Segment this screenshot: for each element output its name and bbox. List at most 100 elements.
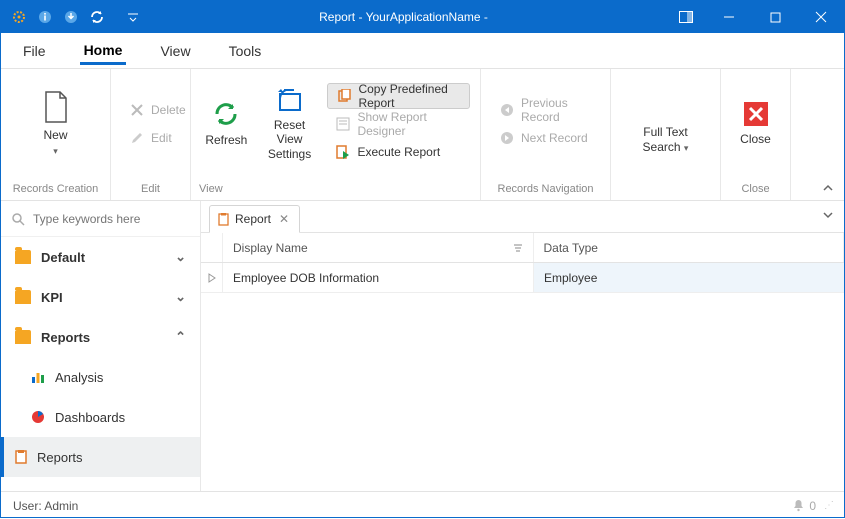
ribbon-group-view: Refresh Reset View Settings Copy Predefi… [191, 69, 481, 200]
menu-home[interactable]: Home [80, 36, 127, 65]
arrow-right-circle-icon [499, 130, 515, 146]
refresh-icon[interactable] [89, 9, 105, 25]
close-button[interactable]: Close [731, 100, 780, 146]
notifications-button[interactable]: 0 [792, 499, 816, 513]
table-row[interactable]: Employee DOB Information Employee [201, 263, 844, 293]
reset-view-button[interactable]: Reset View Settings [262, 86, 318, 161]
data-grid: Display Name Data Type Employee DOB Info… [201, 233, 844, 491]
show-report-designer-button: Show Report Designer [327, 111, 470, 137]
sidebar-label: Reports [41, 330, 90, 345]
menu-file[interactable]: File [19, 37, 50, 65]
clipboard-icon [218, 213, 229, 226]
arrow-left-circle-icon [499, 102, 515, 118]
delete-label: Delete [151, 103, 186, 117]
chart-bars-icon [31, 370, 45, 384]
sidebar: Default ⌄ KPI ⌄ Reports ⌃ Analysis Dashb… [1, 201, 201, 491]
row-expand-toggle[interactable] [201, 263, 223, 292]
bell-icon [792, 499, 805, 512]
sidebar-item-dashboards[interactable]: Dashboards [1, 397, 200, 437]
ribbon: New▾ Records Creation Delete Edit Edit R… [1, 69, 844, 201]
sidebar-label: Reports [37, 450, 83, 465]
sort-icon[interactable] [513, 243, 523, 253]
next-record-button: Next Record [491, 125, 600, 151]
notif-count: 0 [809, 499, 816, 513]
sidebar-label: Analysis [55, 370, 103, 385]
previous-record-button: Previous Record [491, 97, 600, 123]
sidebar-item-analysis[interactable]: Analysis [1, 357, 200, 397]
content: Default ⌄ KPI ⌄ Reports ⌃ Analysis Dashb… [1, 201, 844, 491]
ribbon-group-edit: Delete Edit Edit [111, 69, 191, 200]
sidebar-label: Dashboards [55, 410, 125, 425]
resize-grip-icon[interactable]: ⋰ [824, 500, 832, 511]
execute-icon [335, 144, 351, 160]
chevron-down-icon: ⌄ [175, 249, 186, 265]
delete-icon [129, 102, 145, 118]
sidebar-item-reports[interactable]: Reports ⌃ [1, 317, 200, 357]
menu-tools[interactable]: Tools [225, 37, 266, 65]
reset-view-label: Reset View Settings [262, 118, 318, 161]
sidebar-item-reports-child[interactable]: Reports [1, 437, 200, 477]
ribbon-group-label [611, 178, 720, 200]
ribbon-group-label: Records Navigation [481, 178, 610, 200]
menu-view[interactable]: View [156, 37, 194, 65]
fulltext-search-button[interactable]: Full Text Search ▾ [626, 93, 706, 154]
main: Report ✕ Display Name Data Type Em [201, 201, 844, 491]
sidebar-search[interactable] [1, 201, 200, 237]
column-label: Data Type [544, 241, 598, 255]
copy-predefined-report-button[interactable]: Copy Predefined Report [327, 83, 470, 109]
qat-overflow-icon[interactable] [125, 12, 141, 22]
tab-report[interactable]: Report ✕ [209, 205, 300, 233]
ribbon-group-label: Close [721, 178, 790, 200]
next-label: Next Record [521, 131, 588, 145]
ribbon-group-label: View [191, 178, 480, 200]
cell-displayname: Employee DOB Information [223, 263, 534, 292]
chevron-down-icon: ▾ [684, 143, 689, 153]
edit-label: Edit [151, 131, 172, 145]
ribbon-group-label: Records Creation [1, 178, 110, 200]
copy-predefined-label: Copy Predefined Report [358, 82, 461, 110]
ribbon-collapse-icon[interactable] [822, 182, 834, 194]
column-header-displayname[interactable]: Display Name [223, 233, 534, 262]
ribbon-group-close: Close Close [721, 69, 791, 200]
refresh-label: Refresh [205, 133, 247, 147]
info-icon[interactable] [37, 9, 53, 25]
pencil-icon [129, 130, 145, 146]
quick-access-toolbar [1, 9, 141, 25]
tab-close-button[interactable]: ✕ [277, 212, 291, 226]
sidebar-item-kpi[interactable]: KPI ⌄ [1, 277, 200, 317]
tab-dropdown-icon[interactable] [822, 209, 834, 221]
window-controls [706, 1, 844, 33]
column-label: Display Name [233, 241, 308, 255]
close-label: Close [740, 132, 771, 146]
chevron-down-icon: ▾ [53, 146, 58, 156]
refresh-button[interactable]: Refresh [201, 99, 252, 147]
window-title: Report - YourApplicationName - [141, 10, 666, 24]
execute-report-button[interactable]: Execute Report [327, 139, 470, 165]
status-user: User: Admin [13, 499, 78, 513]
grid-header: Display Name Data Type [201, 233, 844, 263]
sidebar-item-default[interactable]: Default ⌄ [1, 237, 200, 277]
close-window-button[interactable] [798, 1, 844, 33]
row-expand-header [201, 233, 223, 262]
folder-icon [15, 290, 31, 304]
search-input[interactable] [33, 212, 190, 226]
column-header-datatype[interactable]: Data Type [534, 233, 845, 262]
gear-icon[interactable] [11, 9, 27, 25]
prev-label: Previous Record [521, 96, 592, 124]
sidebar-label: Default [41, 250, 85, 265]
dock-icon[interactable] [666, 11, 706, 23]
statusbar: User: Admin 0 ⋰ [1, 491, 844, 519]
chevron-down-icon: ⌄ [175, 289, 186, 305]
chevron-up-icon: ⌃ [175, 329, 186, 345]
ribbon-group-search: Full Text Search ▾ [611, 69, 721, 200]
dashboard-icon [31, 410, 45, 424]
tab-label: Report [235, 212, 271, 226]
minimize-button[interactable] [706, 1, 752, 33]
ribbon-group-label: Edit [111, 178, 190, 200]
cell-datatype: Employee [534, 263, 844, 292]
new-button[interactable]: New▾ [26, 90, 86, 157]
show-designer-label: Show Report Designer [357, 110, 462, 138]
download-icon[interactable] [63, 9, 79, 25]
ribbon-group-records-creation: New▾ Records Creation [1, 69, 111, 200]
maximize-button[interactable] [752, 1, 798, 33]
